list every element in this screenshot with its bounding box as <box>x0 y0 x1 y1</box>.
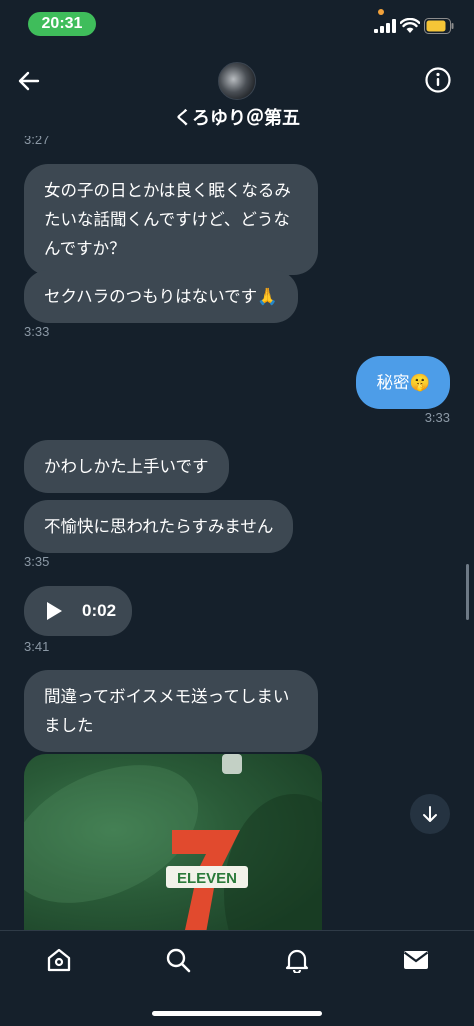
message-text: んですか？ <box>44 239 126 258</box>
message-list[interactable]: 3:27 女の子の日とかは良く眠くなるみ たいな話聞くんですけど、どうな んです… <box>0 136 474 930</box>
message-text: 間違ってボイスメモ送ってしまい <box>44 687 290 706</box>
timestamp: 3:35 <box>24 554 50 569</box>
status-bar: 20:31 <box>0 0 474 48</box>
info-button[interactable] <box>424 66 452 94</box>
timestamp: 3:33 <box>24 324 50 339</box>
scroll-to-bottom-button[interactable] <box>410 794 450 834</box>
message-text: セクハラのつもりはないです🙏 <box>44 287 278 306</box>
bottom-navigation <box>0 930 474 1026</box>
message-bubble[interactable]: 不愉快に思われたらすみません <box>24 500 294 553</box>
arrow-left-icon <box>18 71 40 91</box>
play-icon[interactable] <box>44 601 64 621</box>
seven-eleven-logo: ELEVEN <box>166 830 248 930</box>
scrollbar[interactable] <box>466 564 469 620</box>
timestamp: 3:33 <box>424 410 450 425</box>
message-text: たいな話聞くんですけど、どうな <box>44 210 290 229</box>
message-bubble[interactable]: 間違ってボイスメモ送ってしまい ました <box>24 670 318 752</box>
avatar[interactable] <box>218 62 256 100</box>
bell-icon[interactable] <box>284 947 310 973</box>
search-icon[interactable] <box>165 947 191 973</box>
voice-message[interactable]: 0:02 <box>24 586 132 636</box>
message-bubble[interactable]: 女の子の日とかは良く眠くなるみ たいな話聞くんですけど、どうな んですか？ <box>24 164 318 275</box>
home-icon[interactable] <box>46 947 72 973</box>
battery-icon <box>424 18 454 34</box>
message-text: かわしかた上手いです <box>44 457 209 476</box>
message-text: 不愉快に思われたらすみません <box>44 517 274 536</box>
image-message[interactable]: ELEVEN <box>24 754 322 930</box>
voice-duration: 0:02 <box>82 601 117 620</box>
timestamp: 3:41 <box>24 639 50 654</box>
message-bubble[interactable]: かわしかた上手いです <box>24 440 229 493</box>
message-bubble-outgoing[interactable]: 秘密🤫 <box>356 356 450 409</box>
timestamp: 3:27 <box>24 136 50 147</box>
home-indicator[interactable] <box>152 1011 322 1016</box>
message-bubble[interactable]: セクハラのつもりはないです🙏 <box>24 270 298 323</box>
contact-name[interactable]: くろゆり＠第五 <box>0 104 474 130</box>
mail-icon[interactable] <box>403 947 429 973</box>
privacy-dot-icon <box>378 9 384 15</box>
image-text: ELEVEN <box>177 870 237 887</box>
wifi-icon <box>400 18 420 33</box>
message-text: 女の子の日とかは良く眠くなるみ <box>44 181 291 200</box>
message-text: 秘密🤫 <box>376 373 430 392</box>
back-button[interactable] <box>14 66 44 96</box>
signal-icon <box>374 19 396 33</box>
arrow-down-icon <box>423 806 437 822</box>
status-time: 20:31 <box>28 12 96 36</box>
conversation-header: くろゆり＠第五 <box>0 48 474 136</box>
message-text: ました <box>44 716 94 735</box>
